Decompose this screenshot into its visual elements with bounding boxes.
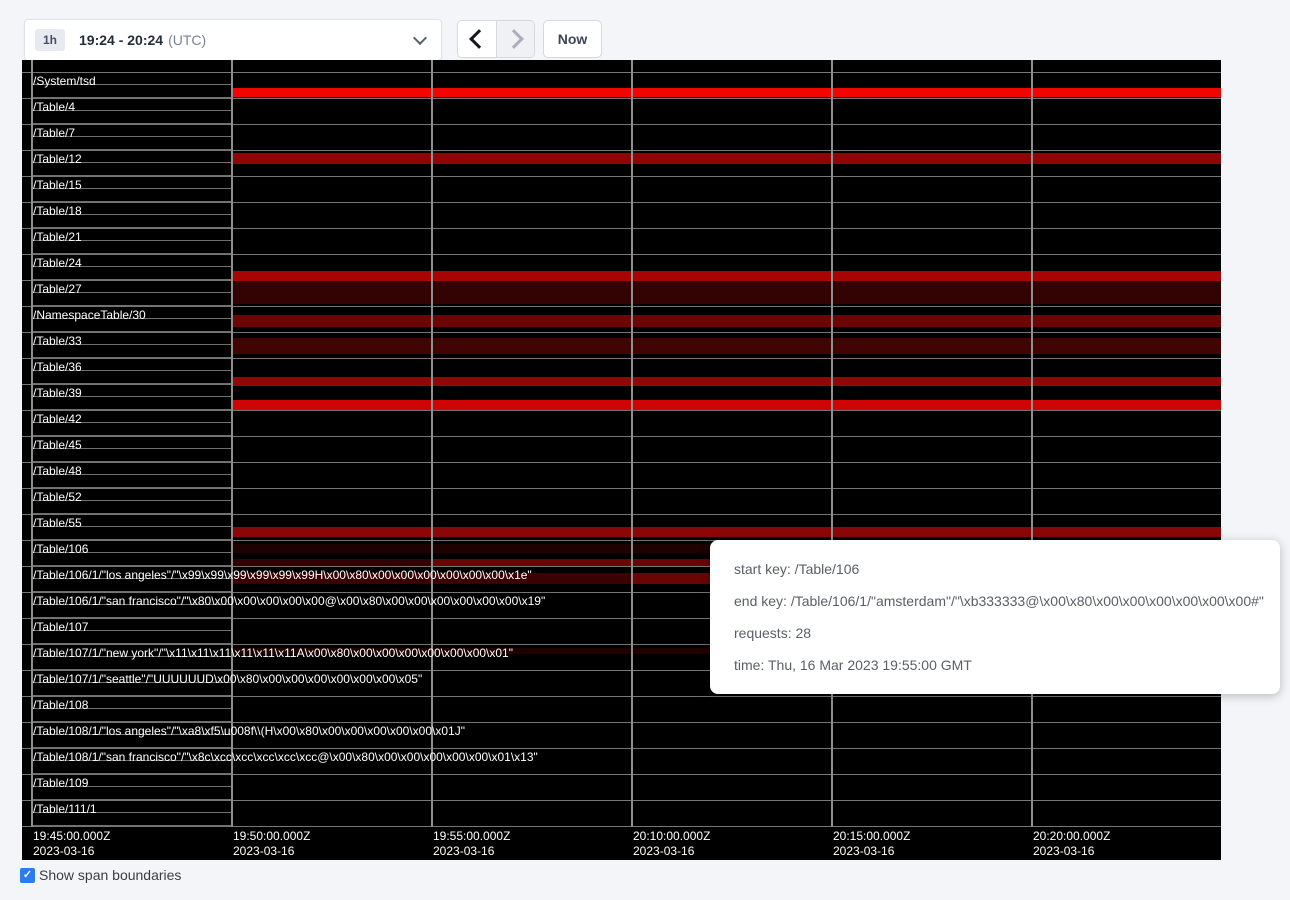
row-label: /Table/108: [33, 699, 88, 712]
show-span-boundaries-checkbox[interactable]: ✓: [20, 868, 35, 883]
row-label: /Table/4: [33, 101, 75, 114]
chevron-down-icon: [413, 31, 427, 45]
row-label: /Table/45: [33, 439, 82, 452]
heat-band[interactable]: [232, 400, 1221, 410]
row-label: /Table/39: [33, 387, 82, 400]
tick-date: 2023-03-16: [433, 844, 510, 859]
vertical-gridline: [631, 60, 633, 827]
row-label: /Table/107: [33, 621, 88, 634]
tick-time: 19:50:00.000Z: [233, 829, 310, 844]
row-label: /Table/109: [33, 777, 88, 790]
row-label: /Table/24: [33, 257, 82, 270]
row-label: /Table/108/1/"los angeles"/"\xa8\xf5\u00…: [33, 725, 465, 738]
heat-band[interactable]: [232, 153, 1221, 164]
tick-date: 2023-03-16: [233, 844, 310, 859]
tick-date: 2023-03-16: [633, 844, 710, 859]
tooltip-time: time: Thu, 16 Mar 2023 19:55:00 GMT: [734, 657, 1256, 673]
time-range-badge: 1h: [35, 29, 65, 51]
tick-time: 20:10:00.000Z: [633, 829, 710, 844]
row-label: /Table/55: [33, 517, 82, 530]
time-tick-label: 19:55:00.000Z2023-03-16: [433, 829, 510, 859]
tooltip-requests: requests: 28: [734, 625, 1256, 641]
row-label: /Table/21: [33, 231, 82, 244]
heat-band[interactable]: [232, 282, 1221, 304]
row-label: /Table/106/1/"san francisco"/"\x80\x00\x…: [33, 595, 545, 608]
time-tick-label: 20:20:00.000Z2023-03-16: [1033, 829, 1110, 859]
heat-band[interactable]: [232, 88, 1221, 97]
row-label: /Table/36: [33, 361, 82, 374]
tooltip-end-key: end key: /Table/106/1/"amsterdam"/"\xb33…: [734, 593, 1256, 609]
heat-band[interactable]: [232, 377, 1221, 386]
now-button[interactable]: Now: [543, 20, 602, 58]
time-range-timezone: (UTC): [168, 32, 206, 48]
tick-date: 2023-03-16: [833, 844, 910, 859]
tick-date: 2023-03-16: [1033, 844, 1110, 859]
vertical-gridline: [831, 60, 833, 827]
time-tick-label: 20:10:00.000Z2023-03-16: [633, 829, 710, 859]
row-label: /Table/106: [33, 543, 88, 556]
vertical-gridline: [1031, 60, 1033, 827]
time-nav-group: [457, 20, 535, 58]
heat-band[interactable]: [232, 527, 1221, 537]
time-range-selector[interactable]: 1h 19:24 - 20:24 (UTC): [24, 19, 442, 61]
row-label: /Table/108/1/"san francisco"/"\x8c\xcc\x…: [33, 751, 538, 764]
heat-band[interactable]: [232, 315, 1221, 327]
row-label: /Table/12: [33, 153, 82, 166]
hover-tooltip: start key: /Table/106 end key: /Table/10…: [710, 540, 1280, 694]
heat-band[interactable]: [232, 559, 431, 566]
show-span-boundaries-control[interactable]: ✓ Show span boundaries: [20, 867, 181, 883]
row-label: /Table/18: [33, 205, 82, 218]
chevron-right-icon: [504, 29, 524, 49]
time-tick-label: 19:50:00.000Z2023-03-16: [233, 829, 310, 859]
row-label: /System/tsd: [33, 75, 96, 88]
heat-band[interactable]: [232, 338, 1221, 354]
tick-date: 2023-03-16: [33, 844, 110, 859]
row-label: /Table/7: [33, 127, 75, 140]
tick-time: 20:15:00.000Z: [833, 829, 910, 844]
key-visualizer-canvas[interactable]: /System/tsd/Table/4/Table/7/Table/12/Tab…: [22, 60, 1221, 860]
row-label: /Table/48: [33, 465, 82, 478]
row-label: /Table/107/1/"seattle"/"UUUUUUD\x00\x80\…: [33, 673, 422, 686]
previous-time-button[interactable]: [458, 21, 496, 57]
show-span-boundaries-label: Show span boundaries: [39, 867, 181, 883]
tick-time: 20:20:00.000Z: [1033, 829, 1110, 844]
row-label: /Table/27: [33, 283, 82, 296]
row-label: /Table/106/1/"los angeles"/"\x99\x99\x99…: [33, 569, 532, 582]
row-label: /Table/42: [33, 413, 82, 426]
row-label: /NamespaceTable/30: [33, 309, 146, 322]
vertical-gridline: [231, 60, 233, 827]
row-label: /Table/111/1: [33, 803, 97, 816]
time-tick-label: 19:45:00.000Z2023-03-16: [33, 829, 110, 859]
time-tick-label: 20:15:00.000Z2023-03-16: [833, 829, 910, 859]
chevron-left-icon: [469, 29, 489, 49]
row-label: /Table/107/1/"new york"/"\x11\x11\x11\x1…: [33, 647, 513, 660]
row-label: /Table/15: [33, 179, 82, 192]
tick-time: 19:45:00.000Z: [33, 829, 110, 844]
tick-time: 19:55:00.000Z: [433, 829, 510, 844]
tooltip-start-key: start key: /Table/106: [734, 561, 1256, 577]
heat-band[interactable]: [232, 271, 1221, 281]
row-label: /Table/52: [33, 491, 82, 504]
vertical-gridline: [431, 60, 433, 827]
row-label: /Table/33: [33, 335, 82, 348]
next-time-button[interactable]: [496, 21, 534, 57]
time-range-label: 19:24 - 20:24: [79, 32, 163, 48]
